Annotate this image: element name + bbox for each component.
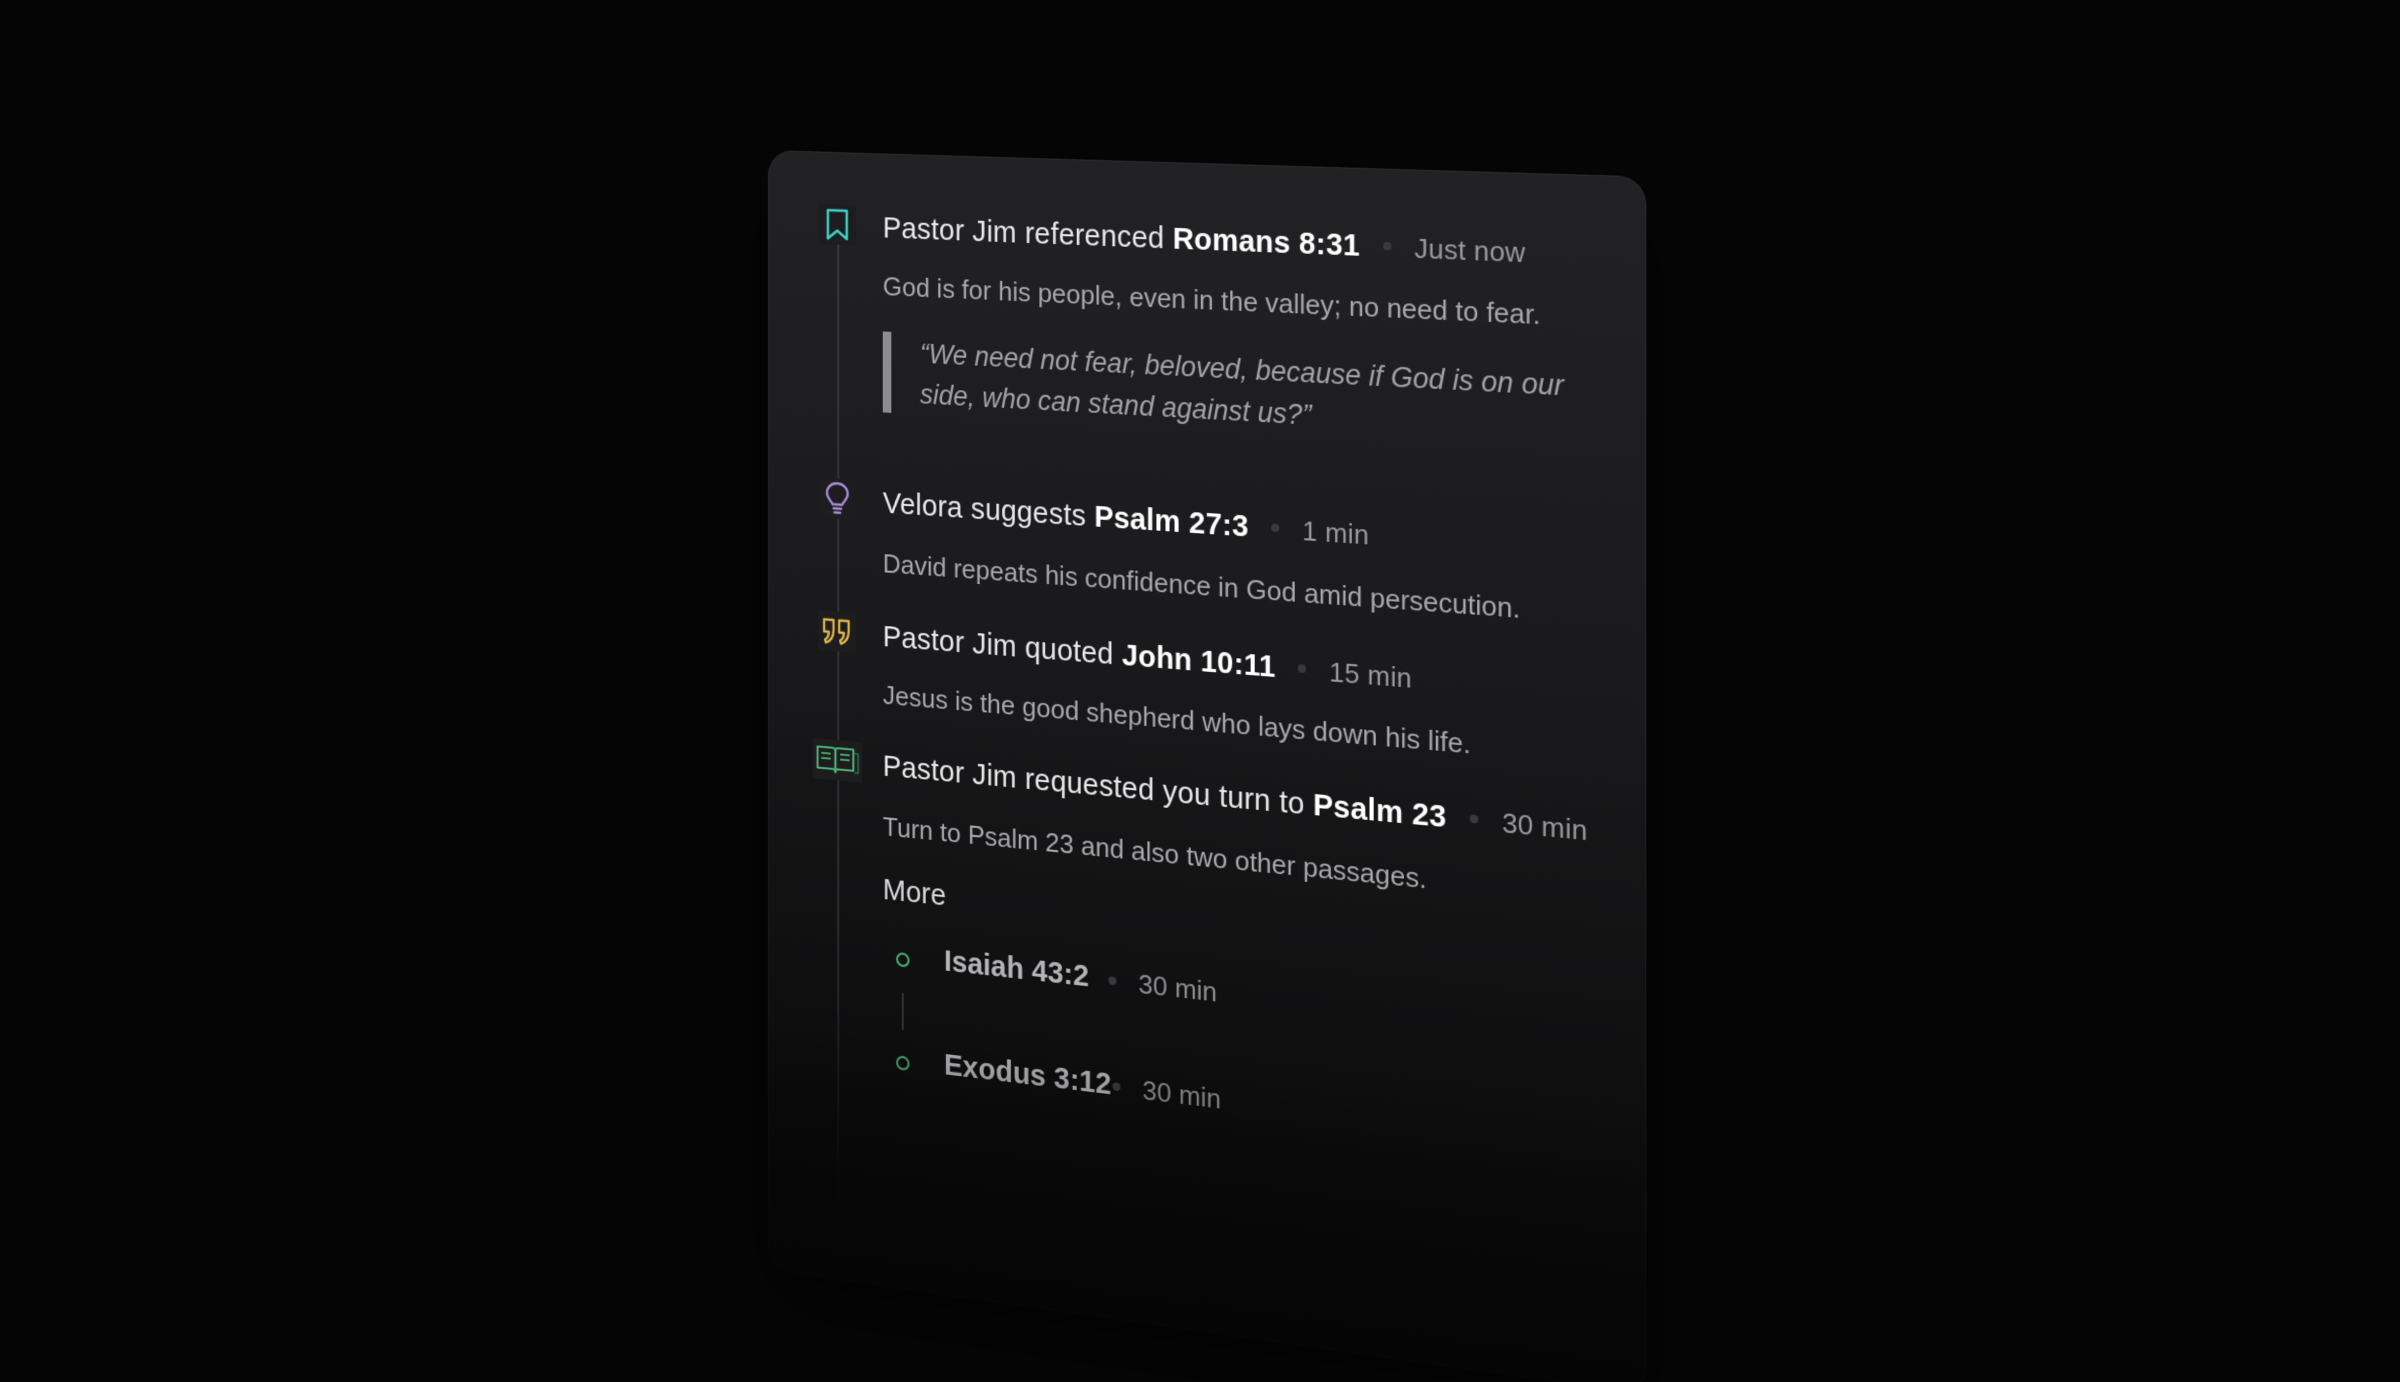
timeline-rail — [837, 210, 839, 1217]
sub-timeline-connector — [902, 993, 904, 1030]
entry-reference-link[interactable]: Psalm 23 — [1313, 789, 1446, 835]
circle-icon — [896, 952, 909, 968]
more-item-reference: Exodus 3:12 — [944, 1049, 1111, 1103]
entry-actor-text: Velora suggests — [883, 487, 1094, 533]
more-item-isaiah[interactable]: Isaiah 43:2 30 min — [883, 938, 1488, 1046]
feed-entry-romans[interactable]: Pastor Jim referenced Romans 8:31Just no… — [768, 208, 1646, 240]
entry-time: Just now — [1414, 232, 1525, 268]
activity-feed-panel: Pastor Jim referenced Romans 8:31 Just no… — [768, 150, 1646, 1382]
entry-time: 30 min — [1502, 807, 1588, 847]
more-item-exodus[interactable]: Exodus 3:12 30 min — [883, 1042, 1488, 1156]
entry-reference-link[interactable]: John 10:11 — [1122, 639, 1276, 684]
more-item-reference: Isaiah 43:2 — [944, 945, 1089, 995]
more-item-time-group: 30 min — [1112, 1071, 1221, 1116]
quote-icon — [818, 610, 856, 653]
entry-description: God is for his people, even in the valle… — [883, 271, 1541, 332]
feed-entry-psalm-23[interactable]: Pastor Jim requested you turn to Psalm 2… — [768, 740, 1646, 818]
more-item-time-group: 30 min — [1108, 965, 1217, 1009]
entry-heading: Velora suggests Psalm 27:3 1 min — [883, 487, 1369, 553]
stage: Pastor Jim referenced Romans 8:31 Just no… — [0, 0, 2400, 1254]
entry-quote: “We need not fear, beloved, because if G… — [883, 331, 1617, 453]
more-item-time: 30 min — [1138, 968, 1217, 1008]
circle-icon — [896, 1055, 909, 1071]
entry-description: David repeats his confidence in God amid… — [883, 548, 1520, 625]
entry-reference-link[interactable]: Psalm 27:3 — [1094, 501, 1249, 544]
feed-entry-psalm-27[interactable]: Velora suggests Psalm 27:31 min David re… — [768, 480, 1646, 535]
separator-dot — [1298, 664, 1306, 673]
separator-dot — [1271, 524, 1279, 533]
separator-dot — [1108, 976, 1116, 985]
separator-dot — [1112, 1082, 1120, 1091]
entry-actor-text: Pastor Jim referenced — [883, 212, 1173, 256]
bookmark-icon — [818, 204, 856, 246]
entry-reference-link[interactable]: Romans 8:31 — [1173, 223, 1360, 264]
separator-dot — [1383, 242, 1391, 251]
entry-actor-text: Pastor Jim requested you turn to — [883, 750, 1313, 822]
entry-time: 1 min — [1302, 515, 1369, 551]
more-label[interactable]: More — [883, 874, 946, 914]
entry-time: 15 min — [1329, 656, 1412, 694]
separator-dot — [1470, 815, 1479, 824]
open-book-icon — [813, 738, 862, 783]
entry-actor-text: Pastor Jim quoted — [883, 621, 1122, 672]
lightbulb-icon — [818, 477, 856, 520]
entry-heading: Pastor Jim referenced Romans 8:31 Just no… — [883, 212, 1526, 271]
more-item-time: 30 min — [1142, 1074, 1221, 1115]
